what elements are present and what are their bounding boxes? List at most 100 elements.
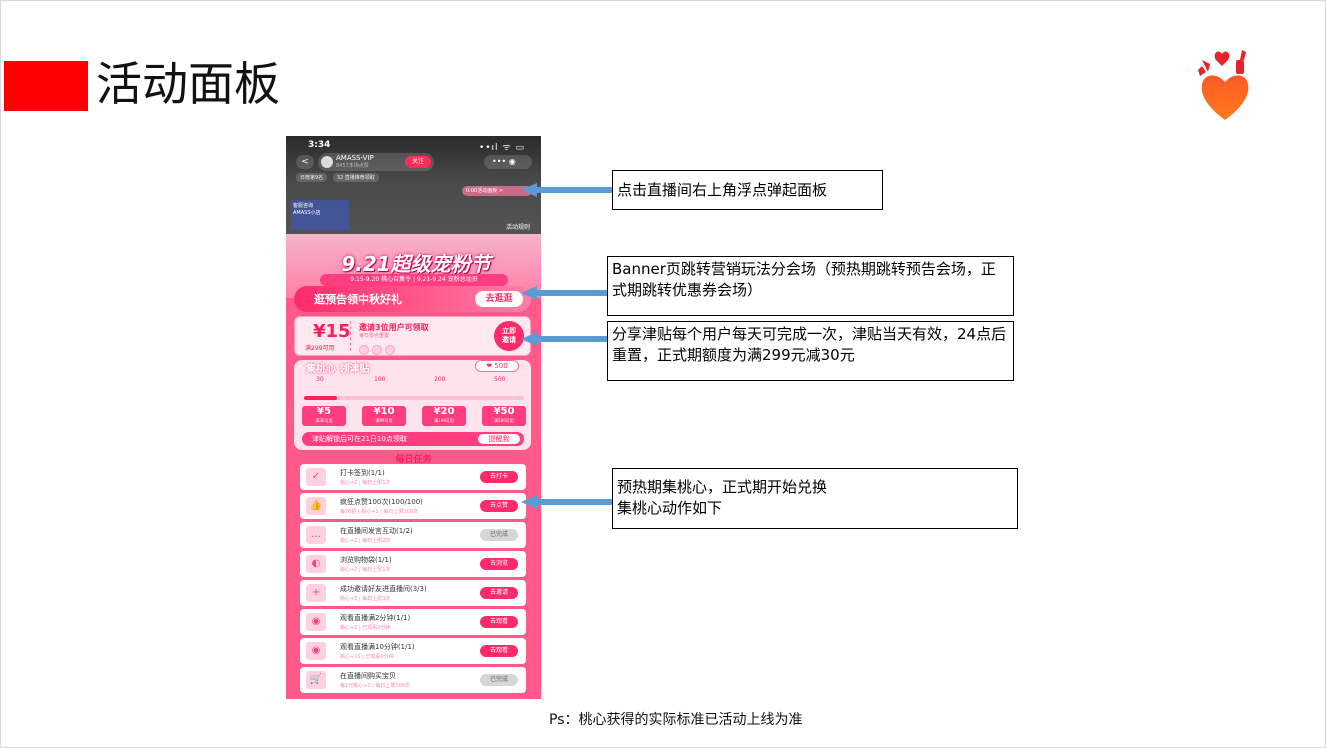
- coupon-condition: 满299可用: [305, 345, 335, 352]
- peach-progress-fill: [304, 396, 337, 400]
- task-desc: 每20赞 | 桃心+1 | 每日上限100次: [340, 509, 419, 515]
- live-tags: 日榜第9名 32 直播推荐领取: [296, 173, 383, 183]
- task-action-button[interactable]: 已完成: [480, 529, 518, 541]
- service-panel[interactable]: 客服咨询 AMASS小店: [291, 200, 349, 230]
- peach-count: ❤ 500: [475, 360, 519, 372]
- avatar: [321, 156, 333, 168]
- follow-button[interactable]: 关注: [405, 156, 431, 168]
- arrow-left-icon: [521, 183, 613, 197]
- task-row: + 成功邀请好友进直播间(3/3) 桃心+5 | 每日上限3次 去邀请: [300, 580, 526, 606]
- arrow-left-icon: [521, 332, 607, 346]
- voucher[interactable]: ¥20 满199可用: [422, 406, 466, 426]
- task-row: 👍 疯狂点赞100次(100/100) 每20赞 | 桃心+1 | 每日上限100次…: [300, 493, 526, 519]
- arrow-left-icon: [521, 286, 607, 300]
- task-desc: 桃心+2 | 每日上限1次: [340, 567, 391, 573]
- phone-screenshot: 3:34 ••ıl ᯤ ▭ < AMASS-VIP 8457本场点赞 关注 ••…: [286, 136, 541, 699]
- go-browse-button[interactable]: 去逛逛: [475, 291, 523, 307]
- task-desc: 桃心+2 | 每日上限1次: [340, 480, 391, 486]
- recommend-tag[interactable]: 32 直播推荐领取: [332, 173, 379, 182]
- voucher[interactable]: ¥50 满500可用: [482, 406, 526, 426]
- invite-button[interactable]: 立即 邀请: [494, 321, 524, 351]
- peach-header: 集桃心 领津贴 ❤ 500: [294, 360, 531, 375]
- banner-title: 9.21超级宠粉节: [341, 252, 491, 276]
- voucher-value: ¥20: [433, 406, 455, 417]
- heart-logo-icon: [1198, 50, 1249, 120]
- invite-button-line1: 立即: [502, 327, 516, 335]
- slide-title: 活动面板: [96, 57, 280, 111]
- task-name: 观看直播满10分钟(1/1): [340, 643, 415, 651]
- milestone-label: 30: [316, 376, 324, 383]
- task-desc: 桃心+2 | 每日上限2次: [340, 538, 391, 544]
- service-sub: AMASS小店: [293, 210, 321, 216]
- task-icon: ◐: [306, 555, 326, 573]
- voucher[interactable]: ¥10 满99可用: [362, 406, 406, 426]
- task-desc: 桃心+2 | 已观看2分钟: [340, 625, 391, 631]
- task-row: ◉ 观看直播满10分钟(1/1) 桃心+10 | 已观看0分钟 去观看: [300, 638, 526, 664]
- cta-text: 逛预告领中秋好礼: [314, 293, 402, 306]
- task-icon: 🛒: [306, 671, 326, 689]
- voucher-value: ¥10: [373, 406, 395, 417]
- invite-card: ¥15 满299可用 邀请3位用户可领取 每日零点重置 立即 邀请: [294, 316, 531, 356]
- rank-tag[interactable]: 日榜第9名: [296, 173, 328, 182]
- avatar: [385, 345, 395, 355]
- task-row: 🛒 在直播间购买宝贝 每1元桃心+1 | 每日上限100次 已完成: [300, 667, 526, 693]
- task-icon: 👍: [306, 497, 326, 515]
- anchor-likes: 8457本场点赞: [336, 163, 369, 169]
- task-row: ◐ 浏览购物袋(1/1) 桃心+2 | 每日上限1次 去浏览: [300, 551, 526, 577]
- task-action-button[interactable]: 已完成: [480, 674, 518, 686]
- task-desc: 桃心+10 | 已观看0分钟: [340, 654, 394, 660]
- task-action-button[interactable]: 去观看: [480, 616, 518, 628]
- voucher-condition: 满199可用: [434, 418, 454, 423]
- chevron-left-icon[interactable]: <: [296, 155, 314, 169]
- avatar: [372, 345, 382, 355]
- task-name: 在直播间购买宝贝: [340, 672, 396, 680]
- task-desc: 桃心+5 | 每日上限3次: [340, 596, 391, 602]
- invite-subtitle: 每日零点重置: [359, 333, 390, 339]
- ps-note: Ps：桃心获得的实际标准已活动上线为准: [549, 712, 803, 728]
- voucher-condition: 满500可用: [494, 418, 514, 423]
- task-name: 观看直播满2分钟(1/1): [340, 614, 411, 622]
- peach-title: 集桃心 领津贴: [306, 364, 370, 375]
- voucher-value: ¥5: [317, 406, 331, 417]
- milestone-label: 200: [434, 376, 446, 383]
- voucher[interactable]: ¥5 满30可用: [302, 406, 346, 426]
- callout-peach-tasks: 预热期集桃心，正式期开始兑换 集桃心动作如下: [612, 468, 1018, 529]
- milestone-label: 100: [374, 376, 386, 383]
- task-row: ✓ 打卡签到(1/1) 桃心+2 | 每日上限1次 去打卡: [300, 464, 526, 490]
- milestone-label: 500: [494, 376, 506, 383]
- task-icon: ◉: [306, 642, 326, 660]
- banner-subtitle: 9.15-9.20 桃心召集令 | 9.21-9.24 宠粉总动员: [320, 274, 508, 286]
- voucher-row: ¥5 满30可用 ¥10 满99可用 ¥20 满199可用 ¥50 满500可用: [302, 406, 526, 426]
- callout-floating-entry: 点击直播间右上角浮点弹起面板: [612, 170, 883, 210]
- task-action-button[interactable]: 去浏览: [480, 558, 518, 570]
- task-icon: …: [306, 526, 326, 544]
- task-icon: ◉: [306, 613, 326, 631]
- task-action-button[interactable]: 去点赞: [480, 500, 518, 512]
- task-icon: +: [306, 584, 326, 602]
- task-name: 成功邀请好友进直播间(3/3): [340, 585, 427, 593]
- task-action-button[interactable]: 去观看: [480, 645, 518, 657]
- voucher-condition: 满99可用: [375, 418, 393, 423]
- task-row: … 在直播间发言互动(1/2) 桃心+2 | 每日上限2次 已完成: [300, 522, 526, 548]
- callout-invite: 分享津贴每个用户每天可完成一次，津贴当天有效，24点后重置，正式期额度为满299…: [607, 321, 1014, 381]
- invite-button-line2: 邀请: [502, 336, 516, 344]
- voucher-value: ¥50: [493, 406, 515, 417]
- task-action-button[interactable]: 去打卡: [480, 471, 518, 483]
- rules-link[interactable]: 活动规则: [506, 222, 530, 231]
- task-row: ◉ 观看直播满2分钟(1/1) 桃心+2 | 已观看2分钟 去观看: [300, 609, 526, 635]
- arrow-left-icon: [521, 495, 613, 509]
- status-signal-icon: ••ıl ᯤ ▭: [478, 143, 525, 153]
- coupon-value: ¥15: [313, 321, 351, 342]
- preview-cta-row[interactable]: 逛预告领中秋好礼 去逛逛: [294, 286, 531, 312]
- more-menu-button[interactable]: ••• ◉: [484, 155, 532, 169]
- status-time: 3:34: [308, 140, 331, 150]
- unlock-text: 津贴解锁后可在21日10点领取: [312, 435, 407, 443]
- service-title: 客服咨询: [293, 203, 314, 209]
- milestones: 30 100 200 500: [308, 376, 518, 388]
- anchor-pill[interactable]: AMASS-VIP 8457本场点赞 关注: [318, 153, 434, 171]
- task-action-button[interactable]: 去邀请: [480, 587, 518, 599]
- remind-me-button[interactable]: 提醒我: [478, 434, 520, 444]
- invite-avatars: [359, 340, 398, 359]
- peach-progress-track: [304, 396, 524, 400]
- task-name: 在直播间发言互动(1/2): [340, 527, 413, 535]
